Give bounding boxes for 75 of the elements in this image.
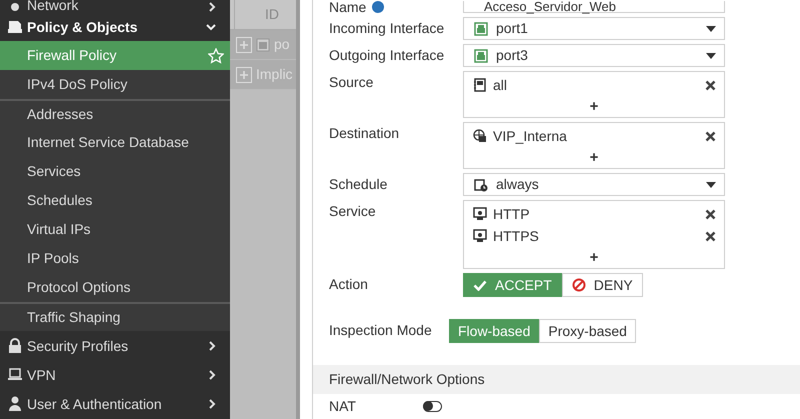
multi-select-field[interactable]: HTTP HTTPS + [463, 200, 725, 269]
entry-label: HTTP [493, 204, 531, 224]
group-label: Policy & Objects [26, 20, 138, 34]
add-entry-button[interactable]: + [590, 150, 598, 164]
network-port-icon [474, 22, 488, 36]
chevron-right-icon [208, 398, 216, 408]
nat-switch[interactable] [423, 400, 442, 412]
add-entry-button[interactable]: + [590, 98, 598, 114]
name-field[interactable]: Acceso_Servidor_Web [463, 1, 725, 13]
remove-icon[interactable] [705, 208, 716, 220]
calendar-clock-icon [474, 178, 488, 192]
sidebar-item[interactable]: Schedules [0, 186, 230, 215]
prohibited-icon [572, 278, 586, 292]
field-label: Destination [329, 124, 400, 143]
sidebar-item[interactable]: Virtual IPs [0, 215, 230, 244]
star-icon[interactable] [208, 48, 224, 64]
group-label: VPN [26, 368, 57, 382]
multi-select-field[interactable]: all + [463, 71, 725, 118]
chevron-right-icon [208, 2, 216, 12]
sidebar-item[interactable]: Services [0, 157, 230, 186]
select-field[interactable]: port3 [463, 44, 725, 67]
address-book-icon [473, 78, 487, 92]
field-label: Incoming Interface [329, 19, 444, 38]
field-label: Action [329, 275, 368, 294]
section-title: Firewall/Network Options [329, 370, 485, 389]
sidebar-group[interactable]: Network [0, 0, 230, 12]
multi-select-field[interactable]: VIP_Interna + [463, 122, 725, 169]
dropdown-caret-icon [706, 26, 716, 32]
sidebar-item[interactable]: Addresses [0, 99, 230, 128]
add-entry-button[interactable]: + [590, 250, 598, 264]
field-label: Outgoing Interface [329, 46, 444, 65]
dropdown-caret-icon [706, 52, 716, 58]
checkmark-icon [473, 280, 487, 290]
entry-label: all [493, 76, 508, 94]
group-label: User & Authentication [26, 396, 163, 410]
globe-server-icon [473, 129, 487, 143]
sidebar-group[interactable]: VPN [0, 360, 230, 389]
sidebar-item[interactable]: Internet Service Database [0, 128, 230, 157]
field-label: NAT [329, 396, 357, 416]
sidebar-item[interactable]: Traffic Shaping [0, 302, 230, 331]
field-label: Name [329, 2, 366, 12]
remove-icon[interactable] [705, 230, 716, 242]
group-label: Security Profiles [26, 338, 130, 352]
sidebar-group[interactable]: User & Authentication [0, 389, 230, 418]
remove-icon[interactable] [705, 80, 716, 90]
sidebar-group[interactable]: Security Profiles [0, 331, 230, 360]
laptop-icon [7, 368, 23, 381]
group-label: Network [26, 0, 80, 12]
column-header: ID [234, 0, 279, 29]
sidebar-item[interactable]: IPv4 DoS Policy [0, 70, 230, 99]
dropdown-caret-icon [706, 182, 716, 188]
field-label: Service [329, 202, 376, 221]
network-port-icon [474, 48, 488, 62]
option-toggle[interactable]: DENY [562, 273, 643, 297]
sidebar-item[interactable]: IP Pools [0, 244, 230, 273]
sidebar-item[interactable]: Protocol Options [0, 273, 230, 302]
network-port-icon [256, 38, 270, 52]
field-label: Inspection Mode [329, 321, 432, 340]
user-icon [8, 396, 22, 411]
chevron-right-icon [208, 370, 216, 380]
entry-label: HTTPS [493, 226, 540, 246]
field-label: Source [329, 73, 374, 92]
remove-icon[interactable] [705, 130, 716, 142]
field-label: Schedule [329, 175, 388, 194]
lock-icon [8, 338, 22, 353]
chevron-down-icon [206, 22, 216, 30]
monitor-icon [473, 207, 487, 221]
option-toggle[interactable]: Proxy-based [539, 319, 636, 343]
info-icon [372, 1, 384, 13]
select-field[interactable]: always [463, 173, 725, 196]
chevron-right-icon [208, 340, 216, 350]
sidebar-group[interactable]: Policy & Objects [0, 12, 230, 41]
monitor-icon [473, 229, 487, 243]
entry-label: VIP_Interna [493, 126, 568, 146]
select-field[interactable]: port1 [463, 17, 725, 40]
